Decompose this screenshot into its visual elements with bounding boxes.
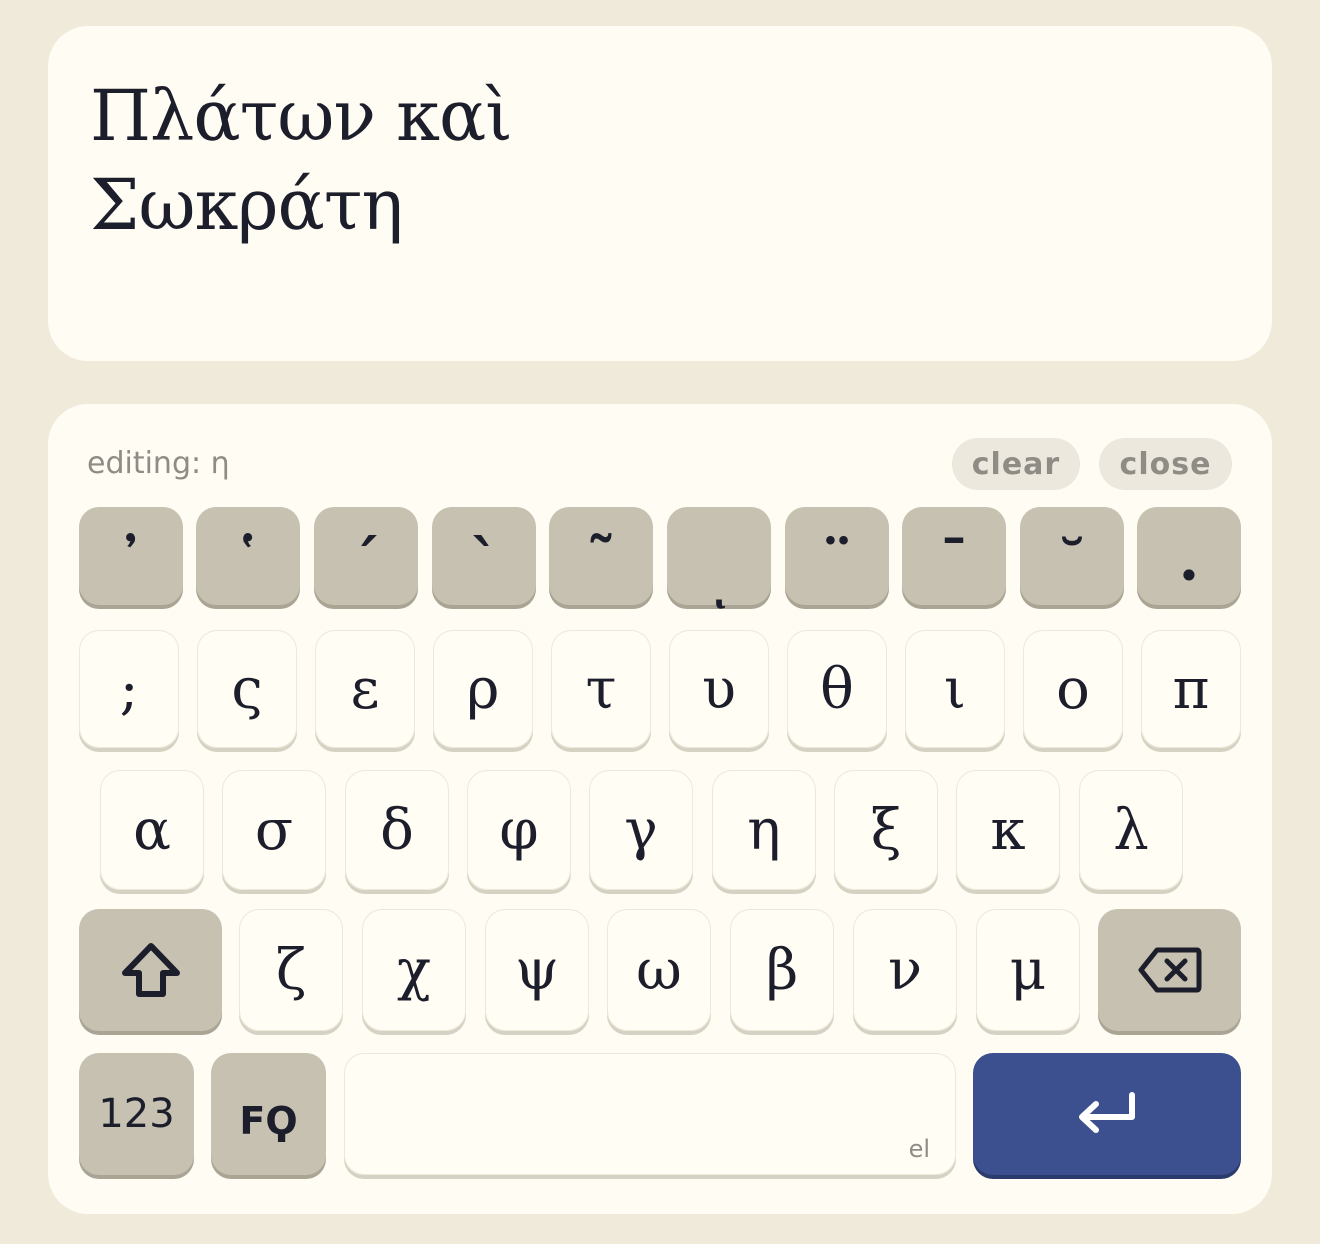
space-key[interactable]: el bbox=[344, 1053, 956, 1175]
letter-key[interactable]: ; bbox=[79, 630, 179, 748]
letter-key[interactable]: α bbox=[100, 770, 204, 890]
text-content: Πλάτων καὶ Σωκράτη bbox=[90, 75, 513, 246]
letter-key[interactable]: ς bbox=[197, 630, 297, 748]
letter-key[interactable]: σ bbox=[222, 770, 326, 890]
letter-key[interactable]: ψ bbox=[485, 909, 589, 1031]
letter-key[interactable]: μ bbox=[976, 909, 1080, 1031]
diacritic-key-ano-teleia[interactable]: · bbox=[1137, 507, 1241, 606]
letter-key[interactable]: γ bbox=[589, 770, 693, 890]
diacritic-key-breve[interactable]: ˘ bbox=[1020, 507, 1124, 605]
letter-key[interactable]: β bbox=[730, 909, 834, 1031]
letter-key[interactable]: φ bbox=[467, 770, 571, 890]
letter-key[interactable]: π bbox=[1141, 630, 1241, 748]
letter-key[interactable]: υ bbox=[669, 630, 769, 748]
letter-key[interactable]: η bbox=[712, 770, 816, 890]
letter-key[interactable]: χ bbox=[362, 909, 466, 1031]
clear-button[interactable]: clear bbox=[952, 438, 1080, 490]
editing-status: editing: η bbox=[87, 446, 230, 481]
enter-key[interactable] bbox=[973, 1053, 1241, 1175]
diacritic-key-circumflex[interactable]: ῀ bbox=[549, 507, 653, 605]
shift-icon bbox=[121, 943, 180, 997]
numbers-label: 123 bbox=[98, 1091, 175, 1137]
diacritic-key-grave[interactable]: ` bbox=[432, 507, 536, 605]
diacritic-key-psili[interactable]: ᾿ bbox=[79, 507, 183, 605]
letter-key[interactable]: ν bbox=[853, 909, 957, 1031]
space-language-hint: el bbox=[908, 1135, 930, 1163]
text-area[interactable]: Πλάτων καὶ Σωκράτη bbox=[48, 26, 1272, 361]
letter-key[interactable]: ξ bbox=[834, 770, 938, 890]
backspace-icon bbox=[1138, 947, 1201, 993]
diacritic-key-dasia[interactable]: ῾ bbox=[196, 507, 300, 605]
enter-icon bbox=[1079, 1092, 1135, 1133]
letter-key[interactable]: ζ bbox=[239, 909, 343, 1031]
letter-key[interactable]: ω bbox=[607, 909, 711, 1031]
diacritic-key-iota-subscript[interactable]: ͺ bbox=[667, 507, 771, 606]
letter-key[interactable]: ρ bbox=[433, 630, 533, 748]
letter-key[interactable]: κ bbox=[956, 770, 1060, 890]
diacritic-key-acute[interactable]: ´ bbox=[314, 507, 418, 605]
language-key[interactable]: FϘ bbox=[211, 1053, 326, 1175]
letter-key[interactable]: ι bbox=[905, 630, 1005, 748]
diacritic-key-macron[interactable]: ¯ bbox=[902, 507, 1006, 605]
letter-key[interactable]: τ bbox=[551, 630, 651, 748]
letter-key[interactable]: δ bbox=[345, 770, 449, 890]
shift-key[interactable] bbox=[79, 909, 222, 1031]
numbers-key[interactable]: 123 bbox=[79, 1053, 194, 1175]
letter-key[interactable]: θ bbox=[787, 630, 887, 748]
letter-key[interactable]: ο bbox=[1023, 630, 1123, 748]
close-button[interactable]: close bbox=[1099, 438, 1232, 490]
letter-key[interactable]: λ bbox=[1079, 770, 1183, 890]
backspace-key[interactable] bbox=[1098, 909, 1241, 1031]
diacritic-key-diaeresis[interactable]: ¨ bbox=[785, 507, 889, 605]
language-label: FϘ bbox=[239, 1099, 298, 1143]
letter-key[interactable]: ε bbox=[315, 630, 415, 748]
